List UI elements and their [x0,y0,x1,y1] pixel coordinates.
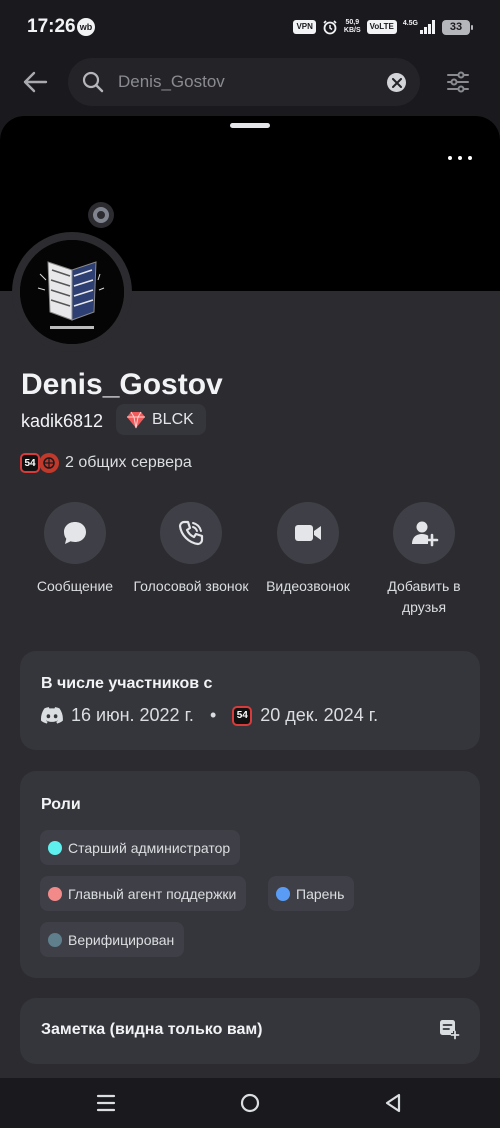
note-card[interactable]: Заметка (видна только вам) [20,998,480,1064]
volte-indicator: VoLTE [366,20,397,34]
sheet-grab-handle[interactable] [230,123,270,128]
role-color-dot [48,932,62,947]
member-since-dates: 16 июн. 2022 г. • 54 20 дек. 2024 г. [41,705,378,726]
username[interactable]: kadik6812 [21,411,103,432]
message-button[interactable] [44,502,106,564]
add-note-icon[interactable] [438,1018,460,1040]
search-input[interactable] [118,72,378,92]
arrow-left-icon [23,71,48,93]
role-chip[interactable]: Верифицирован [40,922,185,957]
wings-of-freedom-emblem-icon [20,240,124,344]
signal-icon: 4.5G [403,20,436,34]
sliders-icon [447,71,469,93]
avatar [20,240,124,344]
display-name: Denis_Gostov [21,368,223,401]
role-name: Верифицирован [68,931,175,948]
mutual-servers-row[interactable]: 54 2 общих сервера [20,452,192,474]
search-bar[interactable] [68,58,420,106]
role-color-dot [48,840,62,855]
wb-app-icon: wb [77,18,95,36]
member-since-card: В числе участников с 16 июн. 2022 г. • 5… [20,651,480,750]
back-nav-button[interactable] [380,1091,406,1115]
role-name: Парень [296,885,345,902]
add-friend-button[interactable] [393,502,455,564]
mutual-servers-text: 2 общих сервера [65,454,192,471]
server-54-icon: 54 [232,705,253,726]
clear-search-button[interactable] [387,73,406,92]
discord-logo-icon [41,707,63,724]
profile-sheet: Denis_Gostov kadik6812 BLCK 54 2 общих с… [0,116,500,1078]
voice-call-button[interactable] [160,502,222,564]
speed-unit: KB/S [343,27,361,34]
video-call-button[interactable] [277,502,339,564]
filter-button[interactable] [440,66,476,98]
roles-card: Роли Старший администратор Главный агент… [20,771,480,978]
role-chip[interactable]: Старший администратор [40,830,241,865]
network-type: 4.5G [402,20,418,27]
triangle-back-icon [385,1093,401,1113]
server-join-date: 20 дек. 2024 г. [260,705,379,725]
signal-bars-icon [420,20,435,34]
role-chip[interactable]: Парень [268,876,355,911]
back-button[interactable] [18,66,52,98]
system-navigation-bar [0,1078,500,1128]
note-title: Заметка (видна только вам) [41,1021,263,1038]
roles-title: Роли [41,796,81,813]
more-options-button[interactable] [448,148,472,168]
battery-icon: 33 [442,19,473,35]
video-call-label: Видеозвонок [266,578,350,594]
status-bar: 17:26 wb VPN 50,9 KB/S VoLTE 4.5G 33 [0,0,500,54]
dot-icon [468,156,472,160]
voice-call-label: Голосовой звонок [133,578,249,594]
search-header [0,54,500,110]
role-chip[interactable]: Главный агент поддержки [40,876,247,911]
red-gem-icon [127,411,145,428]
speed-value: 50,9 [345,19,360,26]
network-speed: 50,9 KB/S [344,19,361,35]
role-color-dot [48,886,62,901]
vpn-indicator: VPN [293,20,316,34]
video-call-action[interactable]: Видеозвонок [250,502,366,597]
role-name: Главный агент поддержки [68,885,237,902]
close-icon [391,77,402,88]
menu-icon [96,1094,116,1112]
member-since-title: В числе участников с [41,675,213,692]
search-icon [82,71,104,93]
message-action[interactable]: Сообщение [17,502,133,597]
add-friend-icon [412,521,439,547]
dot-icon [448,156,452,160]
home-button[interactable] [237,1091,263,1115]
video-camera-icon [295,525,321,541]
status-time: 17:26 [27,16,76,37]
add-friend-action[interactable]: Добавить в друзья [366,502,482,618]
guild-tag-text: BLCK [152,410,194,428]
server-emblem-icon [39,453,59,473]
guild-tag-badge[interactable]: BLCK [116,404,206,435]
voice-call-action[interactable]: Голосовой звонок [133,502,249,597]
home-circle-icon [240,1093,260,1113]
status-icons: VPN 50,9 KB/S VoLTE 4.5G 33 [293,17,473,37]
add-friend-label: Добавить в друзья [387,578,461,615]
profile-actions: Сообщение Голосовой звонок Видеозвонок Д… [0,502,500,622]
date-separator: • [209,705,217,725]
phone-icon [178,520,204,546]
role-color-dot [276,886,290,901]
message-label: Сообщение [36,578,114,594]
discord-join-date: 16 июн. 2022 г. [71,705,194,725]
avatar-frame[interactable] [12,232,132,352]
recent-apps-button[interactable] [93,1091,119,1115]
server-54-icon: 54 [20,453,40,473]
dot-icon [458,156,462,160]
presence-status-indicator [88,202,114,228]
role-name: Старший администратор [68,839,231,856]
alarm-icon [323,20,337,35]
chat-bubble-icon [64,522,86,544]
